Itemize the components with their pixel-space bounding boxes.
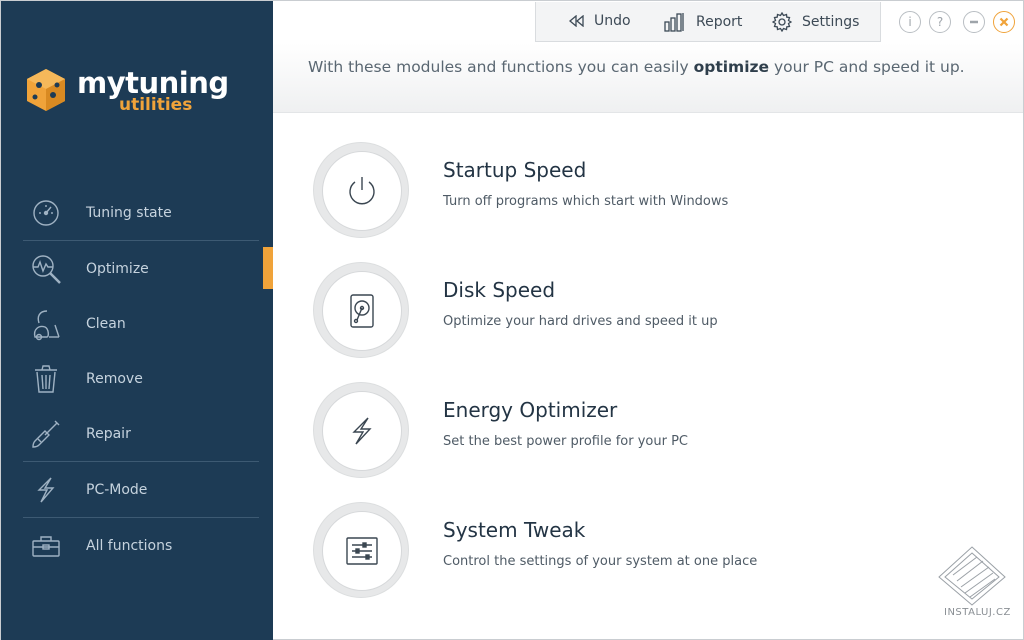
sidebar-item-repair[interactable]: Repair [23, 406, 259, 461]
module-description: Control the settings of your system at o… [443, 554, 758, 569]
header-text-bold: optimize [693, 58, 770, 76]
sidebar-item-clean[interactable]: Clean [23, 296, 259, 351]
header-band: With these modules and functions you can… [273, 43, 1023, 113]
sidebar-item-label: All functions [86, 537, 173, 554]
module-list: Startup Speed Turn off programs which st… [313, 142, 973, 622]
bar-chart-icon [664, 12, 686, 32]
module-disk-speed: Disk Speed Optimize your hard drives and… [313, 262, 973, 382]
module-energy-optimizer: Energy Optimizer Set the best power prof… [313, 382, 973, 502]
info-button[interactable]: i [899, 11, 921, 33]
module-icon-holder [322, 391, 402, 471]
module-title[interactable]: Disk Speed [443, 278, 555, 302]
sliders-icon [346, 537, 378, 565]
undo-button[interactable]: Undo [568, 13, 631, 29]
sidebar-item-optimize[interactable]: Optimize [23, 241, 259, 296]
lightning-icon [29, 473, 63, 507]
screwdriver-icon [29, 417, 63, 451]
hard-drive-icon [350, 294, 374, 328]
minimize-button[interactable] [963, 11, 985, 33]
app-window: mytuning utilities Tuning state Optimize… [0, 0, 1024, 640]
module-description: Turn off programs which start with Windo… [443, 194, 729, 209]
module-title[interactable]: Energy Optimizer [443, 398, 617, 422]
module-description: Optimize your hard drives and speed it u… [443, 314, 718, 329]
rewind-icon [568, 15, 584, 27]
speedometer-icon [29, 196, 63, 230]
minimize-icon [970, 20, 978, 24]
sidebar: mytuning utilities Tuning state Optimize… [1, 1, 273, 640]
module-title[interactable]: System Tweak [443, 518, 585, 542]
watermark-text: INSTALUJ.CZ [944, 607, 1011, 618]
module-button-system-tweak[interactable] [313, 502, 409, 598]
app-logo: mytuning utilities [23, 67, 243, 119]
report-button[interactable]: Report [664, 12, 742, 32]
module-icon-holder [322, 511, 402, 591]
header-text-part: With these modules and functions you can… [308, 58, 694, 76]
gear-icon [772, 12, 792, 32]
toolbox-icon [29, 529, 63, 563]
info-icon: i [908, 15, 912, 29]
logo-dice-icon [27, 69, 65, 111]
active-indicator [263, 247, 273, 289]
sidebar-item-label: Optimize [86, 260, 149, 277]
module-title[interactable]: Startup Speed [443, 158, 586, 182]
module-system-tweak: System Tweak Control the settings of you… [313, 502, 973, 622]
close-icon [999, 17, 1009, 27]
power-icon [349, 177, 375, 205]
header-description: With these modules and functions you can… [308, 58, 965, 76]
undo-label: Undo [594, 13, 631, 29]
module-icon-holder [322, 271, 402, 351]
module-button-startup-speed[interactable] [313, 142, 409, 238]
window-controls: i ? [897, 11, 1021, 33]
sidebar-item-label: Remove [86, 370, 143, 387]
help-icon: ? [936, 15, 944, 29]
sidebar-item-label: PC-Mode [86, 481, 148, 498]
sidebar-nav: Tuning state Optimize Clean Remove Repai… [23, 185, 259, 573]
close-button[interactable] [993, 11, 1015, 33]
optimize-magnifier-icon [29, 252, 63, 286]
watermark: INSTALUJ.CZ [937, 545, 1013, 625]
header-text-part: your PC and speed it up. [769, 58, 965, 76]
sidebar-item-all-functions[interactable]: All functions [23, 518, 259, 573]
module-button-disk-speed[interactable] [313, 262, 409, 358]
trash-icon [29, 362, 63, 396]
help-button[interactable]: ? [929, 11, 951, 33]
module-button-energy-optimizer[interactable] [313, 382, 409, 478]
sidebar-item-label: Tuning state [86, 204, 172, 221]
toolbar: Undo Report Settings [535, 2, 881, 42]
lightning-icon [352, 417, 372, 445]
sidebar-item-tuning-state[interactable]: Tuning state [23, 185, 259, 240]
watermark-diamond-icon [938, 546, 1006, 606]
vacuum-icon [29, 307, 63, 341]
module-description: Set the best power profile for your PC [443, 434, 688, 449]
module-startup-speed: Startup Speed Turn off programs which st… [313, 142, 973, 262]
module-icon-holder [322, 151, 402, 231]
report-label: Report [696, 14, 743, 30]
settings-button[interactable]: Settings [772, 12, 859, 32]
sidebar-item-label: Repair [86, 425, 131, 442]
sidebar-item-remove[interactable]: Remove [23, 351, 259, 406]
sidebar-item-label: Clean [86, 315, 126, 332]
logo-text-utilities: utilities [119, 95, 193, 115]
sidebar-item-pc-mode[interactable]: PC-Mode [23, 462, 259, 517]
settings-label: Settings [802, 14, 860, 30]
